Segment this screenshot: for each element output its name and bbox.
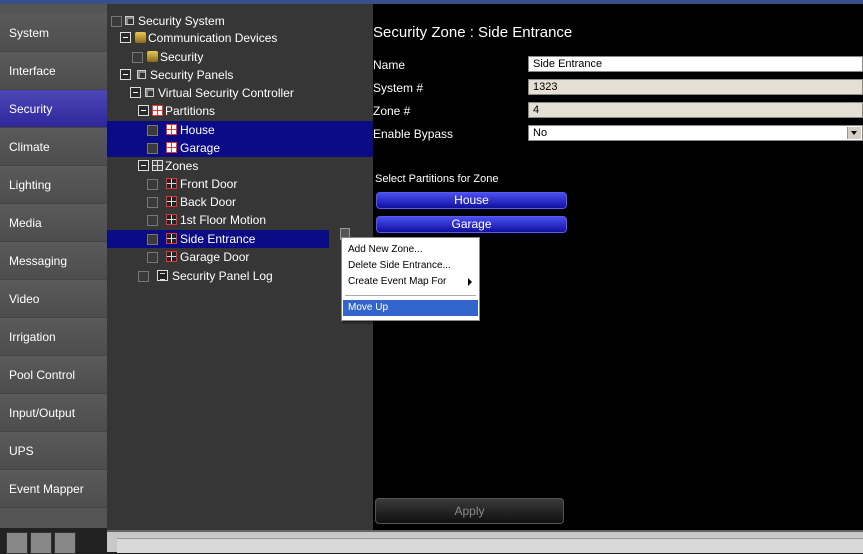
collapse-icon[interactable] xyxy=(138,105,149,116)
menu-item-delete-side-entrance[interactable]: Delete Side Entrance... xyxy=(343,258,478,274)
partition-button-garage[interactable]: Garage xyxy=(376,216,567,233)
tree-item-security-panel-log[interactable]: Security Panel Log xyxy=(107,267,373,285)
nav-item-video[interactable]: Video xyxy=(0,280,107,318)
tree-item-security[interactable]: Security xyxy=(107,48,373,66)
tree-item-partitions[interactable]: Partitions xyxy=(107,102,373,120)
zone-icon xyxy=(166,214,177,225)
panel-icon xyxy=(137,70,146,79)
nav-item-pool-control[interactable]: Pool Control xyxy=(0,356,107,394)
checkbox[interactable] xyxy=(132,52,143,63)
tree-item-garage[interactable]: Garage xyxy=(107,139,373,157)
panel-icon xyxy=(125,16,134,25)
checkbox[interactable] xyxy=(147,197,158,208)
zone-icon xyxy=(166,178,177,189)
tree-item-house[interactable]: House xyxy=(107,121,373,139)
panel-icon xyxy=(145,88,154,97)
zone-icon xyxy=(166,233,177,244)
enable-bypass-label: Enable Bypass xyxy=(373,127,454,141)
sidebar-nav: System Interface Security Climate Lighti… xyxy=(0,4,107,554)
checkbox[interactable] xyxy=(111,16,122,27)
submenu-arrow-icon xyxy=(468,278,472,286)
menu-item-label: Create Event Map For xyxy=(348,276,447,287)
apply-button[interactable]: Apply xyxy=(375,498,564,524)
page-title: Security Zone : Side Entrance xyxy=(373,24,573,41)
tree-item-garage-door[interactable]: Garage Door xyxy=(107,248,373,266)
communication-device-icon xyxy=(135,32,146,43)
tree-item-virtual-security-controller[interactable]: Virtual Security Controller xyxy=(107,84,373,102)
tree-item-security-system[interactable]: Security System xyxy=(107,12,373,30)
bottom-status-strip xyxy=(107,530,863,553)
collapse-icon[interactable] xyxy=(120,32,131,43)
nav-item-security[interactable]: Security xyxy=(0,90,107,128)
nav-item-ups[interactable]: UPS xyxy=(0,432,107,470)
nav-item-media[interactable]: Media xyxy=(0,204,107,242)
chevron-down-icon[interactable] xyxy=(847,127,861,139)
checkbox[interactable] xyxy=(147,234,158,245)
context-menu: Add New Zone... Delete Side Entrance... … xyxy=(341,237,480,321)
partition-icon xyxy=(166,124,177,135)
security-tree: Security System Communication Devices Se… xyxy=(107,4,373,530)
partition-icon xyxy=(152,105,163,116)
communication-device-icon xyxy=(147,51,158,62)
system-number-field: 1323 xyxy=(528,79,863,95)
tree-item-front-door[interactable]: Front Door xyxy=(107,175,373,193)
menu-item-move-up[interactable]: Move Up xyxy=(343,300,478,316)
checkbox[interactable] xyxy=(138,271,149,282)
collapse-icon[interactable] xyxy=(130,87,141,98)
select-partitions-label: Select Partitions for Zone xyxy=(375,173,499,185)
zone-icon xyxy=(152,160,163,171)
tree-item-1st-floor-motion[interactable]: 1st Floor Motion xyxy=(107,211,373,229)
nav-item-irrigation[interactable]: Irrigation xyxy=(0,318,107,356)
collapse-icon[interactable] xyxy=(120,69,131,80)
zone-icon xyxy=(166,251,177,262)
nav-item-lighting[interactable]: Lighting xyxy=(0,166,107,204)
menu-item-add-new-zone[interactable]: Add New Zone... xyxy=(343,242,478,258)
log-icon xyxy=(157,270,168,281)
system-number-label: System # xyxy=(373,81,424,95)
enable-bypass-value: No xyxy=(533,127,548,139)
nav-item-messaging[interactable]: Messaging xyxy=(0,242,107,280)
checkbox[interactable] xyxy=(147,125,158,136)
menu-item-create-event-map[interactable]: Create Event Map For xyxy=(343,274,478,290)
menu-separator xyxy=(345,295,476,296)
horizontal-scrollbar[interactable] xyxy=(117,538,863,553)
zone-number-label: Zone # xyxy=(373,104,411,118)
toolbar-square-button[interactable] xyxy=(6,532,28,554)
checkbox[interactable] xyxy=(147,215,158,226)
tree-item-side-entrance[interactable]: Side Entrance xyxy=(107,230,329,248)
tree-item-communication-devices[interactable]: Communication Devices xyxy=(107,29,373,47)
checkbox[interactable] xyxy=(147,179,158,190)
tree-item-back-door[interactable]: Back Door xyxy=(107,193,373,211)
checkbox[interactable] xyxy=(147,143,158,154)
name-field[interactable]: Side Entrance xyxy=(528,56,863,72)
toolbar-square-button[interactable] xyxy=(54,532,76,554)
zone-icon xyxy=(166,196,177,207)
nav-item-interface[interactable]: Interface xyxy=(0,52,107,90)
nav-bottom-toolbar xyxy=(0,528,107,554)
zone-number-field: 4 xyxy=(528,102,863,118)
tree-item-security-panels[interactable]: Security Panels xyxy=(107,66,373,84)
collapse-icon[interactable] xyxy=(138,160,149,171)
enable-bypass-select[interactable]: No xyxy=(528,125,863,141)
partition-icon xyxy=(166,142,177,153)
name-label: Name xyxy=(373,58,406,72)
nav-item-input-output[interactable]: Input/Output xyxy=(0,394,107,432)
tree-item-zones[interactable]: Zones xyxy=(107,157,373,175)
toolbar-square-button[interactable] xyxy=(30,532,52,554)
nav-item-system[interactable]: System xyxy=(0,14,107,52)
nav-item-climate[interactable]: Climate xyxy=(0,128,107,166)
checkbox[interactable] xyxy=(147,252,158,263)
nav-item-event-mapper[interactable]: Event Mapper xyxy=(0,470,107,508)
partition-button-house[interactable]: House xyxy=(376,192,567,209)
